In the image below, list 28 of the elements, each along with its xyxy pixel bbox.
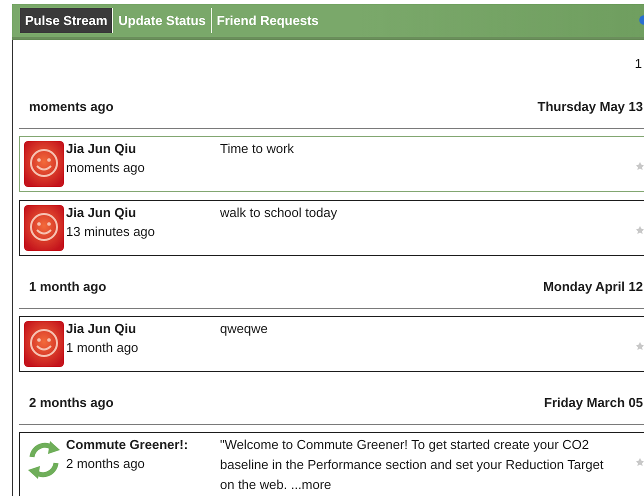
post-message: qweqwe: [220, 321, 268, 336]
post-card[interactable]: Jia Jun Qiu moments ago Time to work: [19, 136, 644, 192]
post-message: Time to work: [220, 141, 294, 156]
smiley-icon: [24, 205, 64, 251]
post-time: 2 months ago: [66, 456, 146, 471]
group-heading: moments ago: [29, 98, 114, 114]
smiley-icon: [24, 321, 64, 367]
group-date: Thursday May 13: [538, 98, 643, 114]
group-date: Monday April 12: [543, 278, 643, 294]
group-date: Friday March 05: [544, 394, 643, 410]
author-name[interactable]: Jia Jun Qiu: [66, 321, 220, 336]
post-card[interactable]: Jia Jun Qiu 1 month ago qweqwe: [19, 316, 644, 372]
page-number[interactable]: 1: [634, 56, 642, 71]
author-name[interactable]: Jia Jun Qiu: [66, 205, 220, 220]
post-time: moments ago: [66, 160, 146, 175]
group-heading: 2 months ago: [29, 394, 114, 410]
author-name[interactable]: Commute Greener!:: [66, 437, 220, 452]
author-name[interactable]: Jia Jun Qiu: [66, 141, 220, 156]
more-link[interactable]: more: [302, 477, 332, 492]
post-message: "Welcome to Commute Greener! To get started create your CO2 baseline in the Performance section and set your Reduction Target on the web. ...more: [220, 437, 604, 492]
post-message: walk to school today: [220, 205, 338, 220]
post-card[interactable]: Commute Greener!: 2 months ago "Welcome to Commute Greener! To get started create your CO2 baseline in the Performance section and set your Reduction Target on the web. ...more: [19, 432, 644, 496]
post-card[interactable]: Jia Jun Qiu 13 minutes ago walk to school today: [19, 200, 644, 256]
smiley-icon: [24, 141, 64, 187]
tab[interactable]: Pulse Stream: [20, 8, 114, 33]
post-time: 13 minutes ago: [66, 224, 156, 239]
post-time: 1 month ago: [66, 340, 140, 355]
group-heading: 1 month ago: [29, 278, 106, 294]
